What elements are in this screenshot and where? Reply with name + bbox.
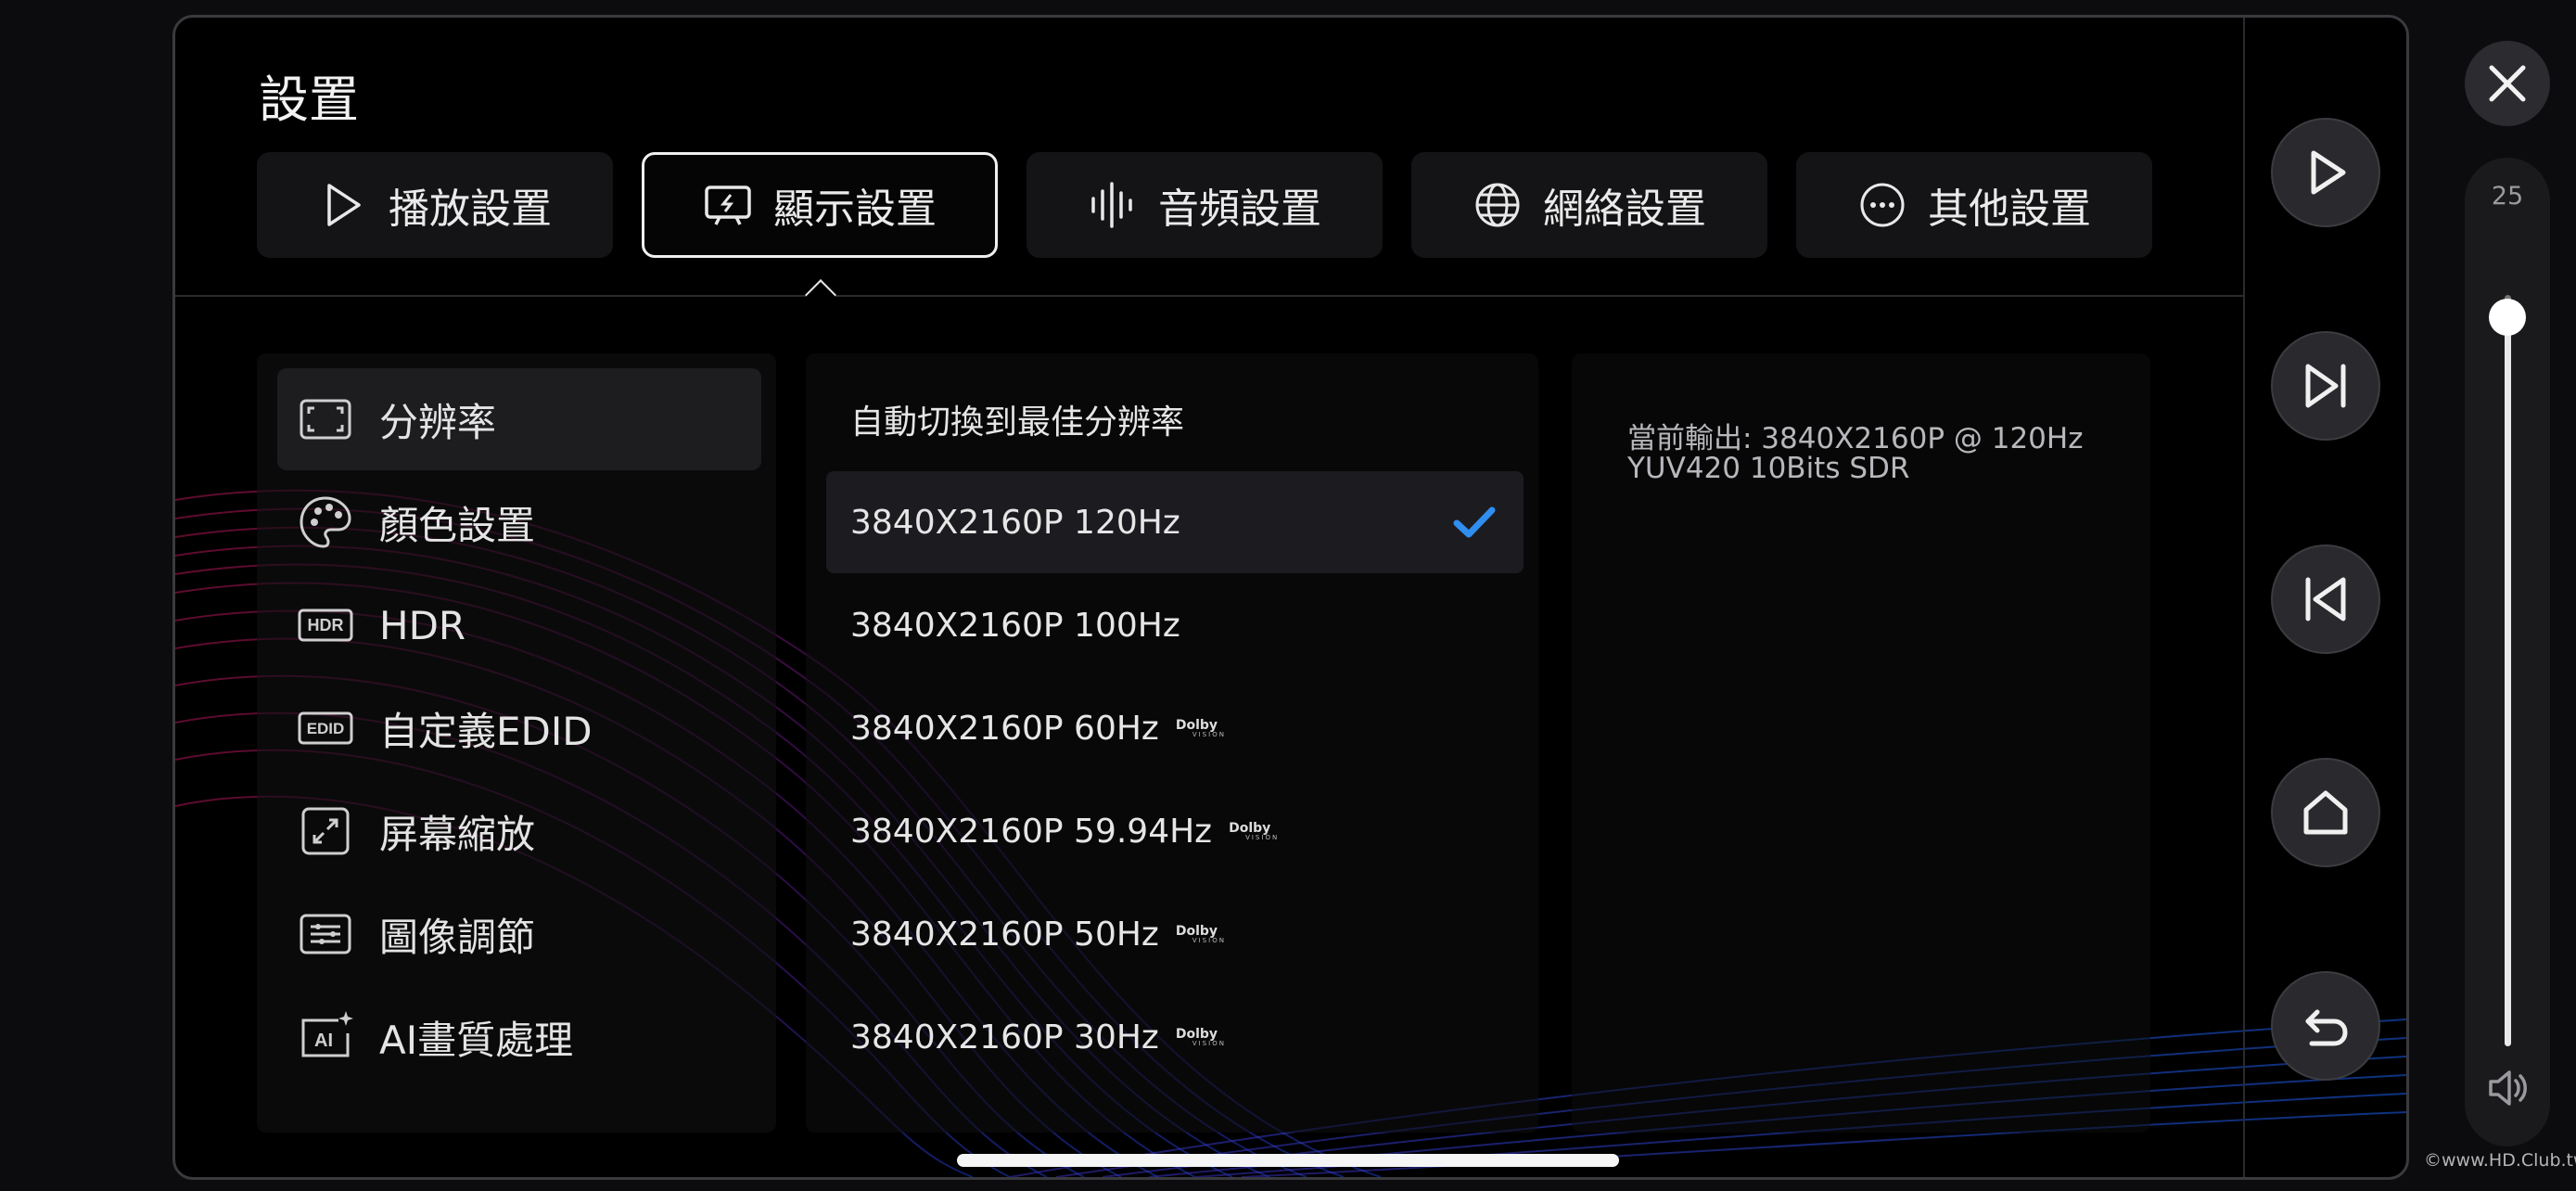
hdr-icon: HDR: [298, 608, 353, 642]
menu-item-edid[interactable]: EDID 自定義EDID: [277, 677, 761, 779]
menu-item-adjust[interactable]: 圖像調節: [277, 883, 761, 985]
resolution-label: 3840X2160P 60Hz: [850, 709, 1159, 748]
display-icon: [705, 186, 751, 225]
menu-item-ai[interactable]: AI AI畫質處理: [277, 986, 761, 1088]
zoom-icon: [301, 807, 350, 855]
menu-item-hdr[interactable]: HDR HDR: [277, 574, 761, 676]
current-output-text: 當前輸出: 3840X2160P @ 120Hz: [1627, 422, 2084, 455]
edid-icon: EDID: [298, 711, 353, 745]
output-info-panel: 當前輸出: 3840X2160P @ 120Hz YUV420 10Bits S…: [1572, 353, 2150, 1133]
color-format-text: YUV420 10Bits SDR: [1627, 452, 1910, 485]
display-menu: 分辨率 顏色設置 HDR HDR EDID 自定義EDID 屏幕縮放 圖像調節 …: [257, 353, 776, 1133]
volume-slider[interactable]: 25: [2465, 158, 2550, 1146]
back-icon: [2305, 1009, 2348, 1046]
controls-divider: [2243, 18, 2245, 1177]
tab-label: 音頻設置: [1158, 186, 1321, 233]
close-button[interactable]: [2465, 41, 2550, 126]
skip-next-icon: [2305, 364, 2346, 408]
resolution-label: 3840X2160P 120Hz: [850, 503, 1180, 542]
tab-other[interactable]: 其他設置: [1796, 152, 2152, 258]
tab-display[interactable]: 顯示設置: [642, 152, 998, 258]
home-icon: [2303, 790, 2348, 835]
play-icon: [327, 184, 361, 226]
ai-icon: AI: [301, 1011, 353, 1057]
resolution-option[interactable]: 3840X2160P 50Hz Dolby VISION: [826, 883, 1524, 985]
next-button[interactable]: [2271, 331, 2380, 441]
svg-text:HDR: HDR: [308, 616, 344, 634]
volume-value: 25: [2491, 182, 2524, 211]
dolby-vision-badge: Dolby VISION: [1229, 820, 1280, 841]
resolution-icon: [300, 399, 351, 440]
tab-label: 播放設置: [389, 186, 552, 233]
play-icon: [2311, 150, 2346, 195]
menu-item-resolution[interactable]: 分辨率: [277, 368, 761, 470]
tab-divider: [175, 295, 2243, 297]
resolution-option[interactable]: 3840X2160P 59.94Hz Dolby VISION: [826, 780, 1524, 882]
previous-button[interactable]: [2271, 544, 2380, 654]
watermark: ©www.HD.Club.tw: [2424, 1150, 2576, 1171]
menu-item-color[interactable]: 顏色設置: [277, 471, 761, 573]
globe-icon: [1475, 183, 1520, 227]
speaker-icon: [2489, 1070, 2527, 1106]
settings-panel: 設置 播放設置 顯示設置 音頻設置 網絡設置 其他設置 分辨率 顏色設置 HDR…: [172, 15, 2409, 1180]
svg-text:EDID: EDID: [307, 720, 345, 737]
tab-label: 網絡設置: [1543, 186, 1706, 233]
resolution-option[interactable]: 3840X2160P 60Hz Dolby VISION: [826, 677, 1524, 779]
menu-item-zoom[interactable]: 屏幕縮放: [277, 780, 761, 882]
dolby-vision-badge: Dolby VISION: [1175, 923, 1226, 944]
menu-item-label: 分辨率: [379, 399, 497, 445]
svg-text:AI: AI: [314, 1031, 333, 1051]
volume-handle[interactable]: [2489, 299, 2526, 336]
menu-item-label: 屏幕縮放: [379, 811, 536, 857]
resolution-label: 3840X2160P 30Hz: [850, 1018, 1159, 1057]
menu-item-label: 顏色設置: [379, 502, 536, 548]
dolby-vision-badge: Dolby VISION: [1175, 1026, 1226, 1047]
tab-label: 顯示設置: [773, 186, 937, 233]
resolution-option[interactable]: 3840X2160P 100Hz: [826, 574, 1524, 676]
menu-item-label: 圖像調節: [379, 914, 536, 960]
resolution-label: 自動切換到最佳分辨率: [850, 403, 1185, 442]
back-button[interactable]: [2271, 971, 2380, 1081]
palette-icon: [300, 496, 351, 548]
resolution-list: 自動切換到最佳分辨率 3840X2160P 120Hz 3840X2160P 1…: [806, 353, 1538, 1133]
tab-playback[interactable]: 播放設置: [257, 152, 613, 258]
tab-network[interactable]: 網絡設置: [1411, 152, 1767, 258]
close-icon: [2489, 65, 2526, 102]
home-button[interactable]: [2271, 758, 2380, 867]
tab-label: 其他設置: [1928, 186, 2091, 233]
dolby-vision-badge: Dolby VISION: [1175, 717, 1226, 738]
menu-item-label: AI畫質處理: [379, 1017, 574, 1063]
checkmark-icon: [1453, 506, 1496, 538]
play-button[interactable]: [2271, 118, 2380, 227]
audio-wave-icon: [1091, 182, 1132, 228]
page-title: 設置: [259, 70, 359, 129]
menu-item-label: 自定義EDID: [379, 708, 593, 754]
volume-fill: [2505, 317, 2511, 1046]
resolution-label: 3840X2160P 50Hz: [850, 915, 1159, 954]
resolution-option[interactable]: 3840X2160P 30Hz Dolby VISION: [826, 986, 1524, 1088]
home-indicator-bar[interactable]: [957, 1154, 1619, 1167]
adjust-icon: [300, 914, 351, 954]
menu-item-label: HDR: [379, 602, 466, 648]
more-icon: [1860, 183, 1905, 227]
resolution-option-auto[interactable]: 自動切換到最佳分辨率: [826, 368, 1524, 470]
tab-audio[interactable]: 音頻設置: [1027, 152, 1383, 258]
resolution-label: 3840X2160P 59.94Hz: [850, 812, 1213, 851]
resolution-label: 3840X2160P 100Hz: [850, 606, 1180, 645]
resolution-option[interactable]: 3840X2160P 120Hz: [826, 471, 1524, 573]
skip-previous-icon: [2305, 577, 2346, 621]
